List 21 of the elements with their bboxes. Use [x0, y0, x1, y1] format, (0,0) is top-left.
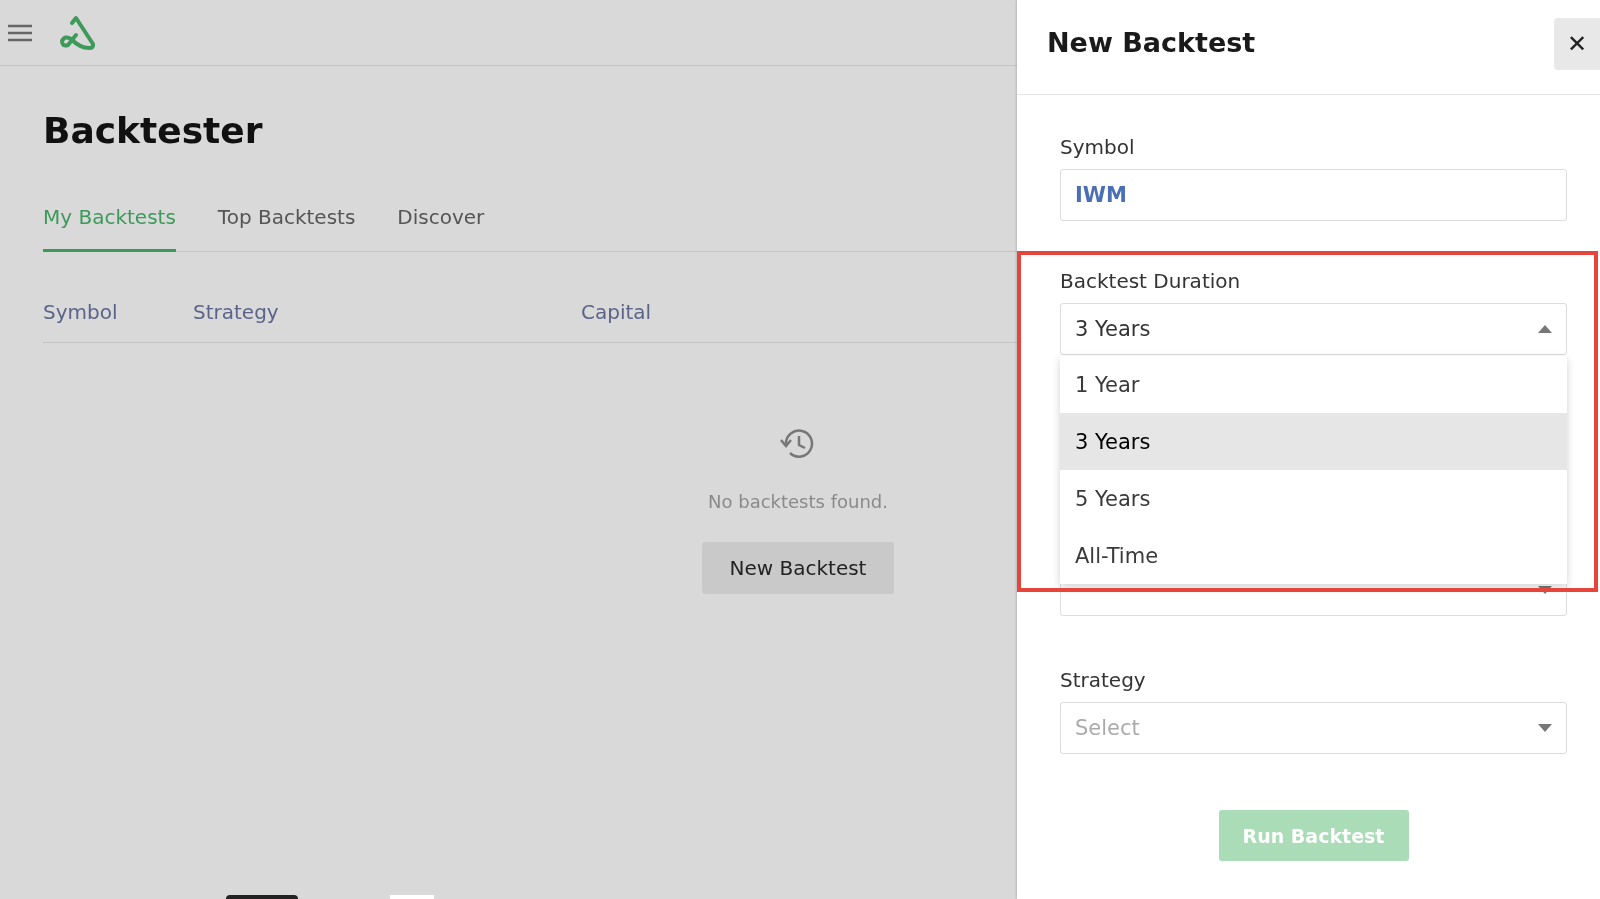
empty-message: No backtests found. — [708, 491, 888, 512]
column-header[interactable]: Capital — [581, 300, 652, 324]
column-header[interactable]: Strategy — [193, 300, 279, 324]
tab[interactable]: Discover — [397, 205, 485, 252]
dropdown-option[interactable]: All-Time — [1060, 527, 1567, 584]
dropdown-option[interactable]: 5 Years — [1060, 470, 1567, 527]
field-label: Backtest Duration — [1060, 269, 1242, 293]
tab[interactable]: Top Backtests — [217, 205, 356, 252]
new-backtest-button[interactable]: New Backtest — [701, 542, 895, 594]
dropdown-option[interactable]: 3 Years — [1060, 413, 1567, 470]
field-label: Symbol — [1060, 135, 1136, 159]
bottom-strip — [390, 895, 434, 899]
menu-icon[interactable] — [8, 22, 32, 43]
drawer-title: New Backtest — [1047, 27, 1256, 58]
page-title: Backtester — [43, 110, 264, 151]
history-icon — [780, 427, 816, 461]
dropdown-option[interactable]: 1 Year — [1060, 356, 1567, 413]
field-label: Strategy — [1060, 668, 1147, 692]
close-button[interactable]: ✕ — [1554, 18, 1600, 70]
symbol-field[interactable]: IWM — [1060, 169, 1567, 221]
column-header[interactable]: Symbol — [43, 300, 118, 324]
